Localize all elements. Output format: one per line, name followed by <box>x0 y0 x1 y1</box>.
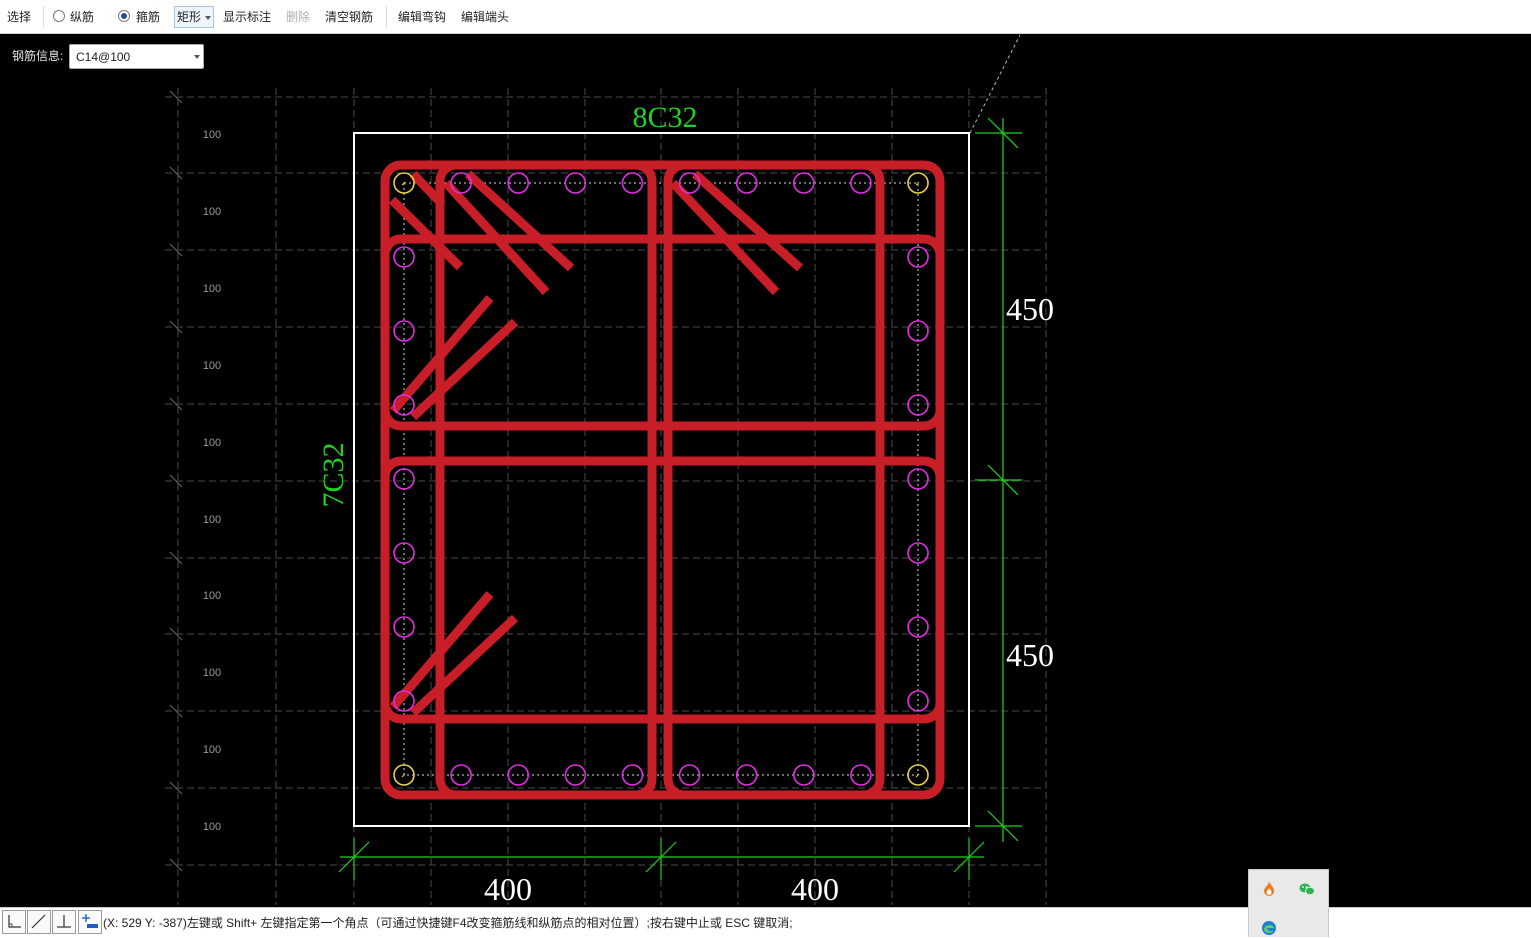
wechat-icon[interactable] <box>1299 881 1315 897</box>
toolbar-separator <box>43 6 44 28</box>
grid-label: 100 <box>203 206 221 218</box>
add-point-icon <box>82 914 98 928</box>
grid-label: 100 <box>203 437 221 449</box>
grid-label: 100 <box>203 283 221 295</box>
grid-label: 100 <box>203 129 221 141</box>
fire-icon[interactable] <box>1261 881 1277 897</box>
stirrup <box>435 160 657 800</box>
chevron-down-icon <box>205 16 211 20</box>
select-button[interactable]: 选择 <box>7 10 31 24</box>
grid-label: 100 <box>203 360 221 372</box>
leader-line <box>969 34 1021 134</box>
rebar-info-label: 钢筋信息: <box>12 49 64 63</box>
dimension-text: 400 <box>791 871 839 907</box>
shape-dropdown-value: 矩形 <box>177 10 202 24</box>
edit-end-button[interactable]: 编辑端头 <box>461 10 509 24</box>
toolbar-separator <box>386 6 387 28</box>
grid-label: 100 <box>203 590 221 602</box>
stirrup <box>380 234 945 431</box>
grid <box>165 88 1047 905</box>
line-button[interactable] <box>27 910 51 934</box>
delete-button[interactable]: 删除 <box>286 10 310 24</box>
add-point-button[interactable] <box>78 910 102 934</box>
drawing-canvas[interactable]: 100 100 100 100 100 100 100 100 100 100 … <box>0 0 1531 937</box>
ortho-button[interactable] <box>2 910 26 934</box>
chevron-down-icon <box>194 55 200 59</box>
system-tray-popup <box>1248 869 1329 937</box>
stirrup <box>380 456 945 724</box>
show-dimensions-button[interactable]: 显示标注 <box>223 10 271 24</box>
grid-label: 100 <box>203 514 221 526</box>
clear-rebar-button[interactable]: 清空钢筋 <box>325 10 373 24</box>
rebar-info-dropdown[interactable]: C14@100 <box>69 44 204 69</box>
stirrup-hook <box>388 196 464 271</box>
grid-label: 100 <box>203 667 221 679</box>
status-message: (X: 529 Y: -387)左键或 Shift+ 左键指定第一个角点（可通过… <box>103 916 793 930</box>
toolbar: 选择 纵筋 箍筋 矩形 显示标注 删除 清空钢筋 编辑弯钩 编辑端头 <box>0 0 1531 34</box>
stirrups <box>380 160 945 800</box>
line-icon <box>31 914 46 929</box>
grid-label: 100 <box>203 744 221 756</box>
perpendicular-button[interactable] <box>52 910 76 934</box>
top-rebar-label[interactable]: 8C32 <box>632 101 697 134</box>
dimension-text: 450 <box>1006 637 1054 673</box>
ortho-icon <box>8 915 21 928</box>
side-rebar-label[interactable]: 7C32 <box>317 442 350 507</box>
stirrup-label[interactable]: 箍筋 <box>136 10 160 24</box>
rebar-info-value: C14@100 <box>76 50 131 64</box>
grid-label: 100 <box>203 821 221 833</box>
dimension-text: 400 <box>484 871 532 907</box>
longitudinal-rebar-radio[interactable] <box>53 10 65 22</box>
dimension-text: 450 <box>1006 291 1054 327</box>
shape-dropdown[interactable]: 矩形 <box>174 6 214 28</box>
longitudinal-rebar-label[interactable]: 纵筋 <box>70 10 94 24</box>
stirrup <box>380 160 945 800</box>
stirrup <box>663 160 885 800</box>
stirrup-radio[interactable] <box>118 10 130 22</box>
dimension-right: 450 450 <box>975 117 1054 842</box>
perpendicular-icon <box>57 915 71 928</box>
edge-browser-icon[interactable] <box>1261 920 1277 936</box>
edit-hook-button[interactable]: 编辑弯钩 <box>398 10 446 24</box>
